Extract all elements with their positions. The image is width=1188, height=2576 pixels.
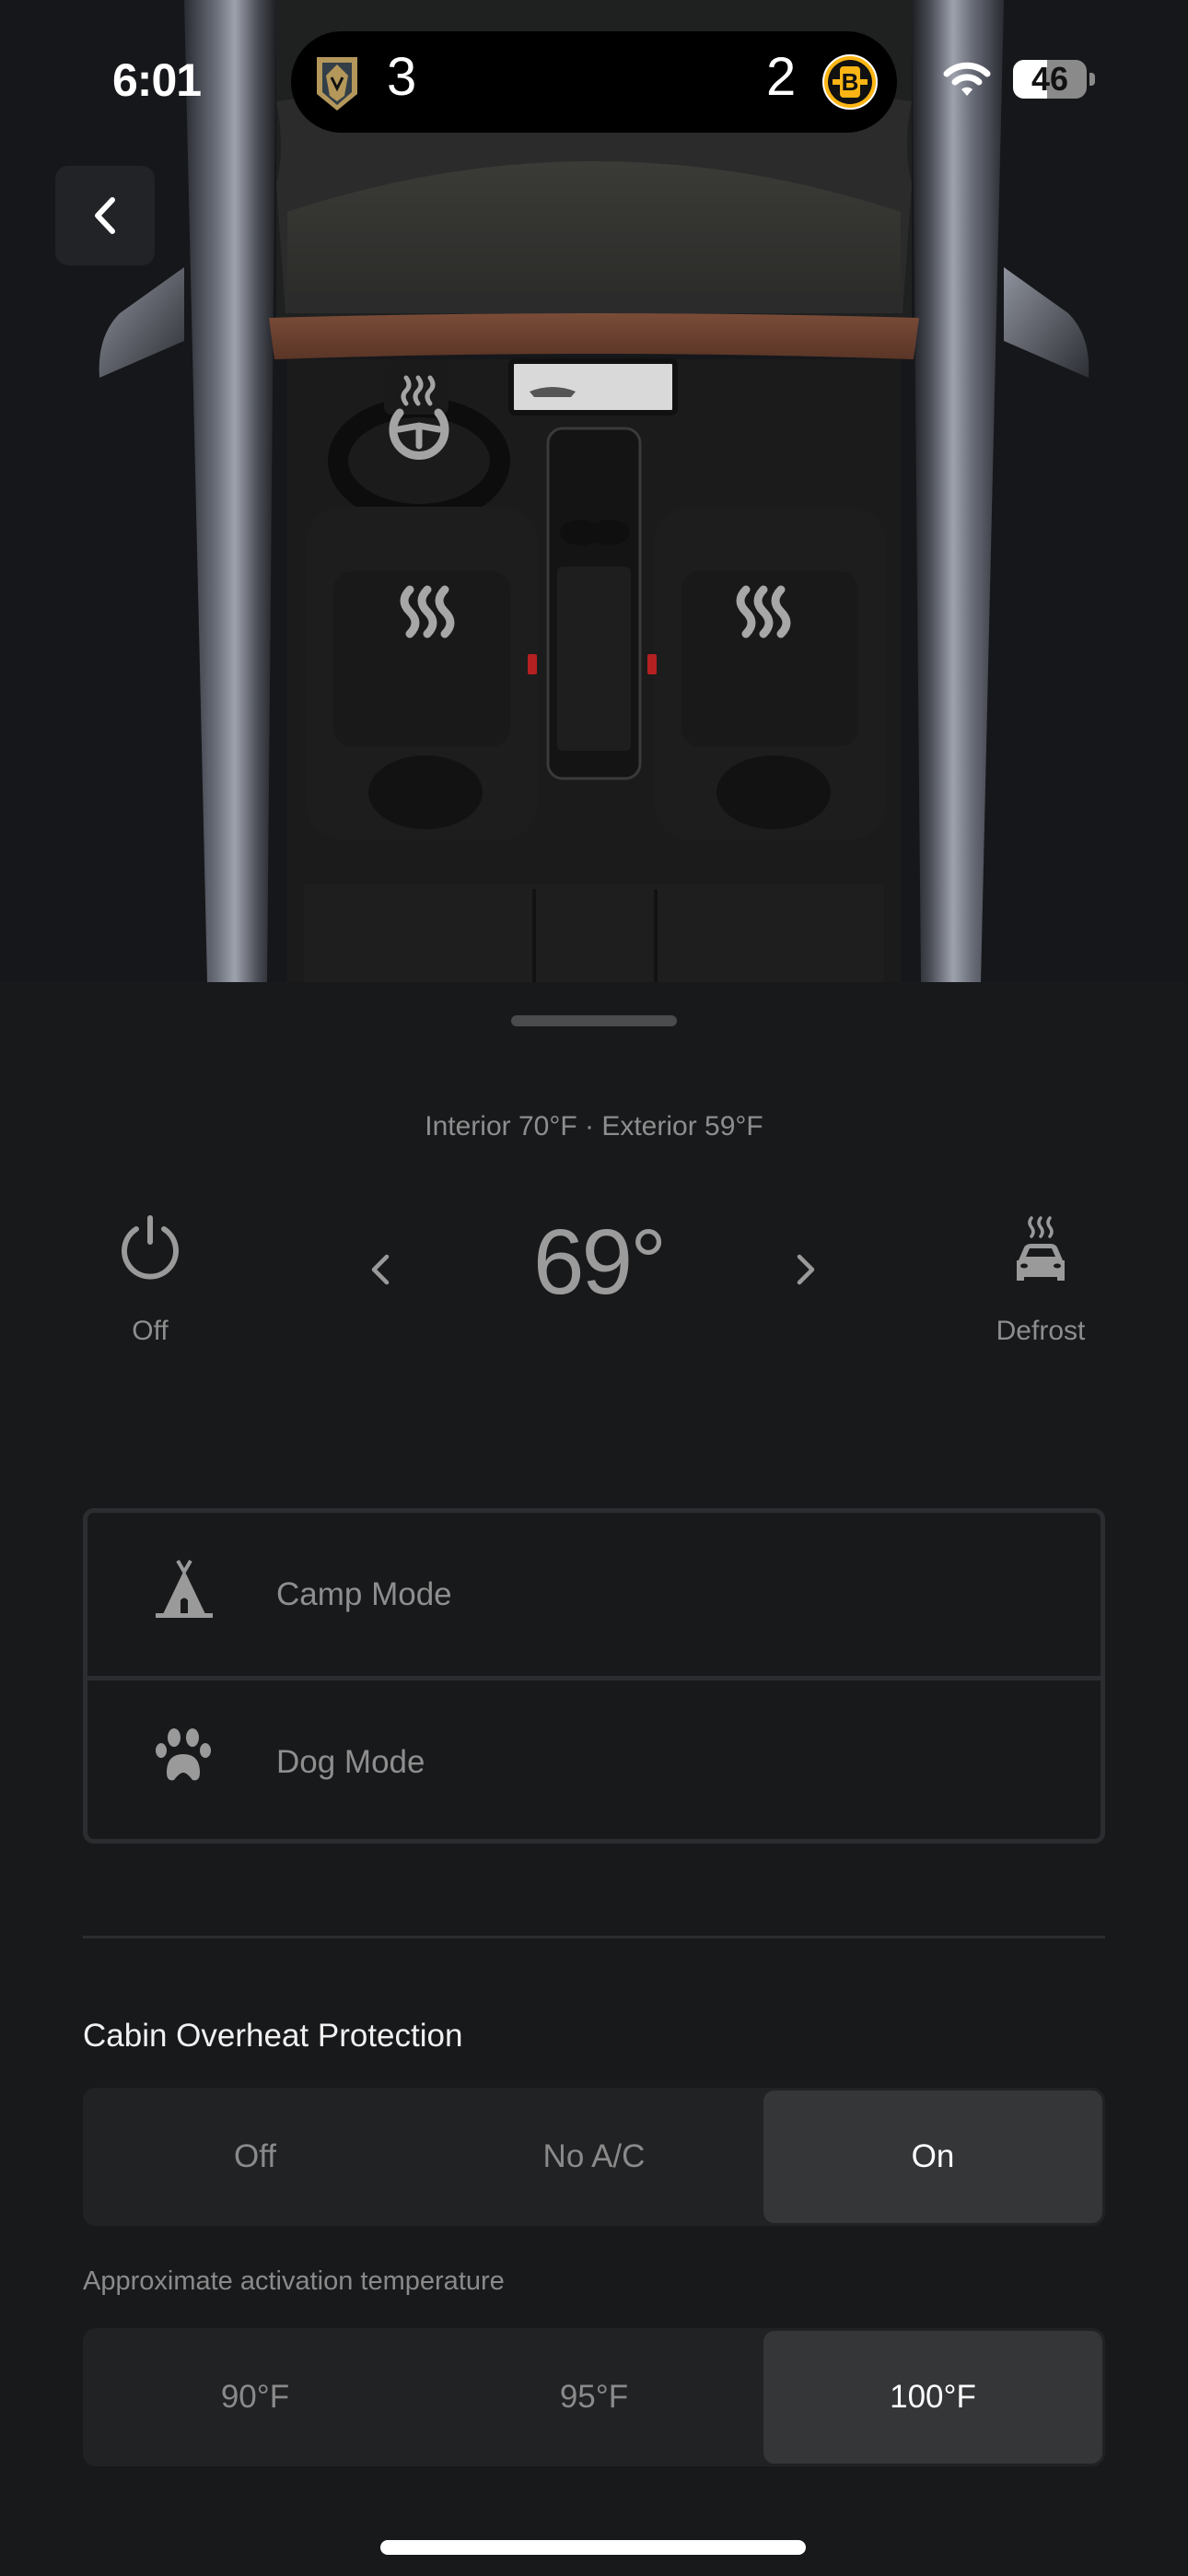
climate-power-button[interactable]: Off [101,1207,199,1364]
activation-option-95[interactable]: 95°F [425,2331,763,2464]
activation-temp-segmented-control: 90°F 95°F 100°F [83,2328,1105,2466]
climate-controls: Off 69° Defrost [0,1207,1188,1364]
activation-option-90[interactable]: 90°F [86,2331,425,2464]
chevron-left-icon [371,1254,390,1285]
sheet-grabber[interactable] [511,1015,677,1026]
dynamic-island-live-activity[interactable] [291,31,897,133]
status-time: 6:01 [112,54,202,106]
section-divider [83,1936,1105,1938]
tent-icon [156,1559,213,1618]
chevron-right-icon [797,1254,815,1285]
cabin-overheat-segmented-control: Off No A/C On [83,2088,1105,2226]
dog-mode-row[interactable]: Dog Mode [87,1680,1101,1844]
camp-mode-row[interactable]: Camp Mode [87,1513,1101,1676]
vegas-golden-knights-logo-icon [317,57,357,111]
activation-option-100[interactable]: 100°F [763,2331,1102,2464]
chevron-left-icon [95,197,115,234]
car-top-down-illustration [99,0,1089,982]
center-touchscreen [508,358,678,416]
interior-exterior-temps: Interior 70°F · Exterior 59°F [425,1111,763,1142]
wifi-icon [943,62,991,96]
defrost-label: Defrost [996,1316,1086,1346]
power-label: Off [132,1316,169,1346]
battery-level: 46 [1031,60,1069,98]
away-score: 2 [766,47,797,107]
camp-mode-label: Camp Mode [276,1576,452,1612]
wood-dash-trim [269,313,919,359]
cabin-overheat-title: Cabin Overheat Protection [83,2018,463,2054]
set-temperature: 69° [532,1211,667,1314]
activation-temp-label: Approximate activation temperature [83,2266,505,2296]
defrost-button[interactable]: Defrost [976,1207,1105,1364]
home-score: 3 [387,47,417,107]
cop-option-on[interactable]: On [763,2090,1102,2223]
battery-indicator: 46 [1013,60,1087,99]
power-icon [122,1215,179,1280]
home-indicator[interactable] [380,2540,806,2555]
car-interior-view: 6:01 3 2 B 46 [0,0,1188,982]
back-button[interactable] [55,166,155,265]
svg-text:B: B [842,68,859,96]
battery-nub [1089,73,1095,86]
dog-mode-label: Dog Mode [276,1744,425,1780]
paw-icon [156,1728,211,1781]
cop-option-no-ac[interactable]: No A/C [425,2090,763,2223]
defrost-car-icon [1017,1216,1065,1281]
modes-card: Camp Mode Dog Mode [83,1508,1105,1844]
increase-temp-button[interactable] [783,1235,829,1305]
cop-option-off[interactable]: Off [86,2090,425,2223]
decrease-temp-button[interactable] [357,1235,403,1305]
boston-bruins-logo-icon: B [822,54,878,110]
